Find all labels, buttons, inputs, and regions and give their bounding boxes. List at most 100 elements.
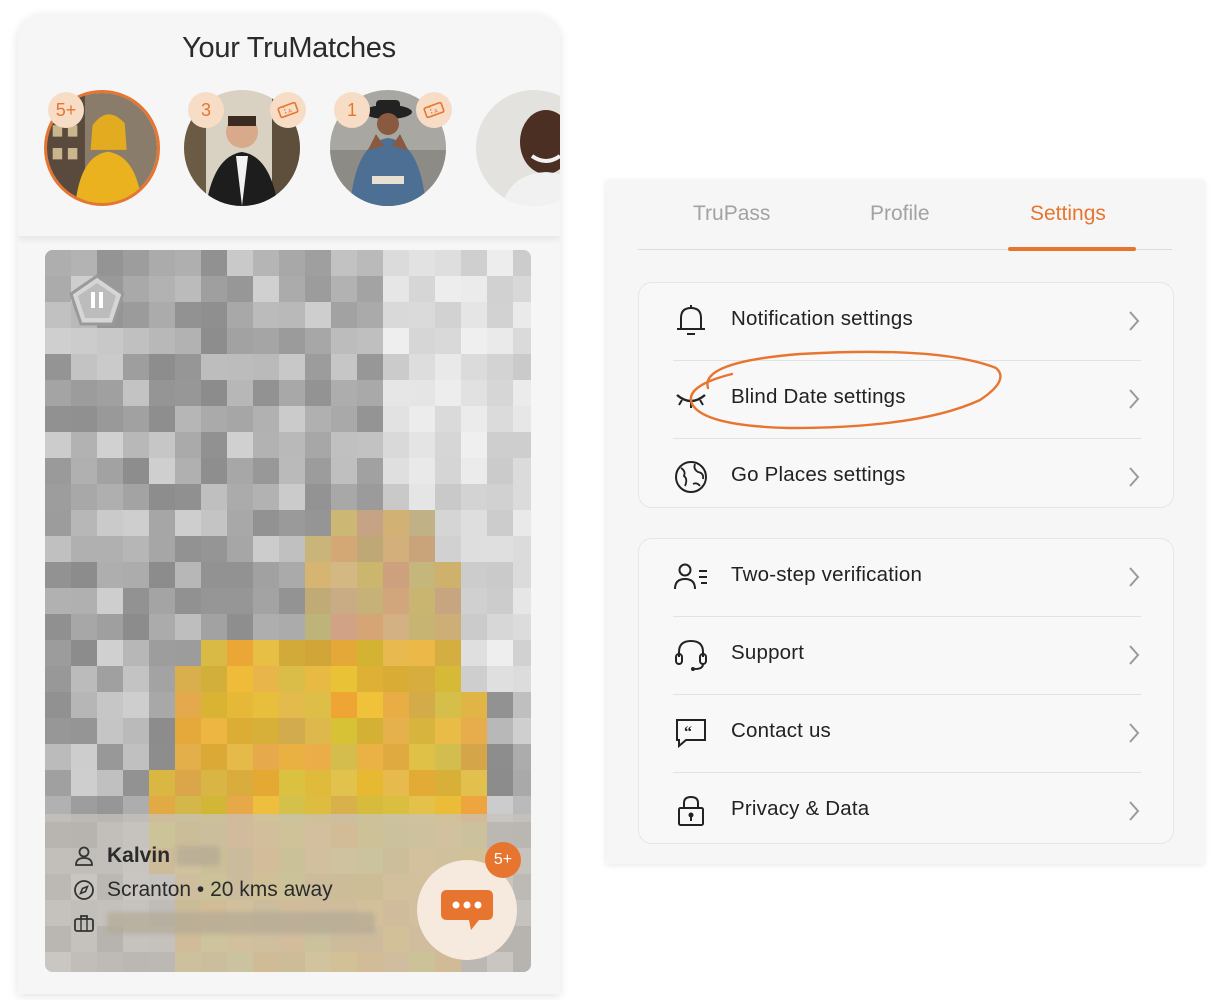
- photo-pixel: [461, 354, 487, 380]
- photo-pixel: [201, 250, 227, 276]
- photo-pixel: [149, 744, 175, 770]
- photo-pixel: [357, 510, 383, 536]
- photo-pixel: [383, 770, 409, 796]
- photo-pixel: [71, 432, 97, 458]
- photo-pixel: [253, 276, 279, 302]
- photo-pixel: [201, 328, 227, 354]
- photo-pixel: [435, 276, 461, 302]
- photo-pixel: [175, 380, 201, 406]
- photo-pixel: [357, 692, 383, 718]
- photo-pixel: [487, 276, 513, 302]
- photo-pixel: [279, 562, 305, 588]
- photo-pixel: [149, 640, 175, 666]
- photo-pixel: [357, 302, 383, 328]
- photo-pixel: [201, 354, 227, 380]
- settings-row-contact[interactable]: “ Contact us: [673, 695, 1141, 773]
- quote-bubble-icon: “: [673, 715, 709, 751]
- photo-pixel: [513, 380, 531, 406]
- photo-pixel: [97, 718, 123, 744]
- photo-pixel: [305, 666, 331, 692]
- photo-pixel: [513, 640, 531, 666]
- photo-pixel: [383, 614, 409, 640]
- photo-pixel: [97, 484, 123, 510]
- active-tab-indicator: [1008, 247, 1136, 251]
- settings-row-two-step[interactable]: Two-step verification: [673, 539, 1141, 617]
- photo-pixel: [175, 276, 201, 302]
- photo-pixel: [201, 718, 227, 744]
- photo-pixel: [305, 354, 331, 380]
- photo-pixel: [383, 380, 409, 406]
- photo-pixel: [97, 770, 123, 796]
- photo-pixel: [331, 588, 357, 614]
- photo-pixel: [409, 536, 435, 562]
- photo-pixel: [409, 328, 435, 354]
- settings-row-go-places[interactable]: Go Places settings: [673, 439, 1141, 517]
- photo-pixel: [409, 354, 435, 380]
- photo-pixel: [227, 432, 253, 458]
- settings-row-notification[interactable]: Notification settings: [673, 283, 1141, 361]
- photo-pixel: [71, 692, 97, 718]
- photo-pixel: [331, 250, 357, 276]
- photo-pixel: [331, 640, 357, 666]
- photo-pixel: [487, 770, 513, 796]
- photo-pixel: [227, 510, 253, 536]
- photo-pixel: [253, 744, 279, 770]
- profile-card[interactable]: Kalvin Scranton • 20 kms away 5+: [45, 250, 531, 972]
- photo-pixel: [409, 692, 435, 718]
- photo-pixel: [461, 458, 487, 484]
- photo-pixel: [97, 354, 123, 380]
- photo-pixel: [383, 536, 409, 562]
- photo-pixel: [487, 432, 513, 458]
- settings-row-label: Two-step verification: [731, 563, 923, 586]
- photo-pixel: [409, 718, 435, 744]
- photo-pixel: [305, 406, 331, 432]
- settings-row-support[interactable]: Support: [673, 617, 1141, 695]
- photo-pixel: [71, 510, 97, 536]
- photo-pixel: [71, 718, 97, 744]
- photo-pixel: [461, 380, 487, 406]
- settings-row-privacy[interactable]: Privacy & Data: [673, 773, 1141, 851]
- photo-pixel: [71, 458, 97, 484]
- match-avatar-4[interactable]: [476, 90, 560, 206]
- photo-pixel: [461, 510, 487, 536]
- photo-pixel: [331, 406, 357, 432]
- photo-pixel: [227, 692, 253, 718]
- photo-pixel: [331, 510, 357, 536]
- photo-pixel: [175, 328, 201, 354]
- photo-pixel: [513, 588, 531, 614]
- photo-pixel: [123, 770, 149, 796]
- photo-pixel: [357, 276, 383, 302]
- photo-pixel: [461, 640, 487, 666]
- photo-pixel: [123, 536, 149, 562]
- photo-pixel: [201, 666, 227, 692]
- photo-pixel: [123, 562, 149, 588]
- tab-trupass[interactable]: TruPass: [693, 202, 770, 226]
- photo-pixel: [409, 484, 435, 510]
- tab-settings[interactable]: Settings: [1030, 202, 1106, 226]
- photo-pixel: [123, 406, 149, 432]
- photo-pixel: [45, 432, 71, 458]
- ticket-icon: A: [270, 92, 306, 128]
- photo-pixel: [409, 406, 435, 432]
- photo-pixel: [201, 640, 227, 666]
- settings-row-blind-date[interactable]: Blind Date settings: [673, 361, 1141, 439]
- photo-pixel: [45, 354, 71, 380]
- photo-pixel: [227, 250, 253, 276]
- avatar-photo: [476, 90, 560, 206]
- photo-pixel: [305, 718, 331, 744]
- settings-row-label: Support: [731, 641, 805, 664]
- tab-profile[interactable]: Profile: [870, 202, 930, 226]
- photo-pixel: [123, 692, 149, 718]
- photo-pixel: [331, 380, 357, 406]
- pause-badge-icon[interactable]: [67, 272, 127, 335]
- photo-pixel: [71, 562, 97, 588]
- settings-group-features: Notification settings Blind Date setting…: [638, 282, 1174, 508]
- photo-pixel: [279, 640, 305, 666]
- photo-pixel: [71, 744, 97, 770]
- photo-pixel: [45, 458, 71, 484]
- photo-pixel: [513, 562, 531, 588]
- photo-pixel: [305, 276, 331, 302]
- photo-pixel: [513, 250, 531, 276]
- photo-pixel: [305, 484, 331, 510]
- photo-pixel: [149, 432, 175, 458]
